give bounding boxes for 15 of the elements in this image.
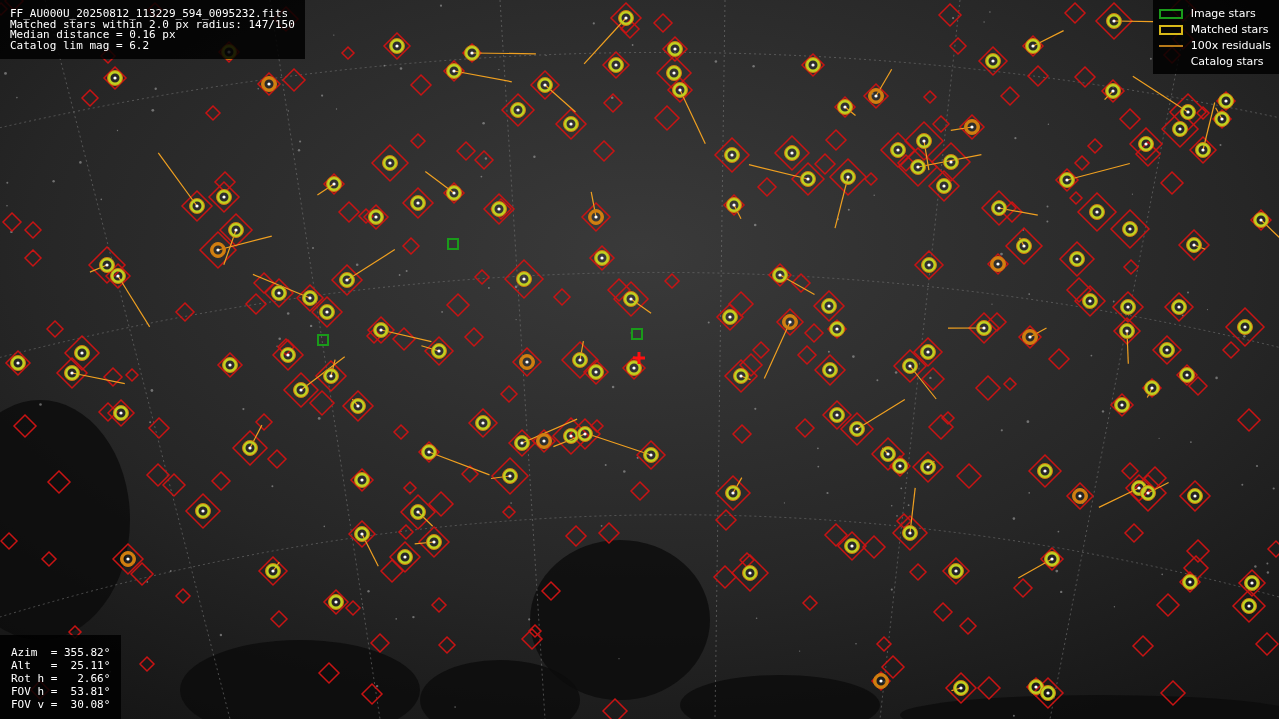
- info-line: Matched stars within 2.0 px radius: 147/150: [10, 19, 295, 30]
- pointing-line: FOV h = 53.81°: [11, 685, 111, 698]
- legend-label: Image stars: [1190, 5, 1256, 22]
- legend-label: 100x residuals: [1190, 37, 1271, 54]
- info-line: FF_AU000U_20250812_113229_594_0095232.fits: [10, 9, 290, 20]
- legend-label: Matched stars: [1190, 21, 1269, 38]
- legend-label: Catalog stars: [1190, 53, 1264, 70]
- pointing-line: Azim = 355.82°: [11, 646, 111, 659]
- pointing-line: Rot h = 2.66°: [11, 672, 111, 685]
- pointing-line: Alt = 25.11°: [11, 659, 111, 672]
- matched-star-marker-icon: [1158, 25, 1183, 35]
- info-line: Catalog lim mag = 6.2: [10, 40, 151, 51]
- image-star-marker-icon: [1158, 9, 1183, 19]
- info-line: Median distance = 0.16 px: [10, 30, 176, 41]
- pointing-line: FOV v = 30.08°: [11, 698, 111, 711]
